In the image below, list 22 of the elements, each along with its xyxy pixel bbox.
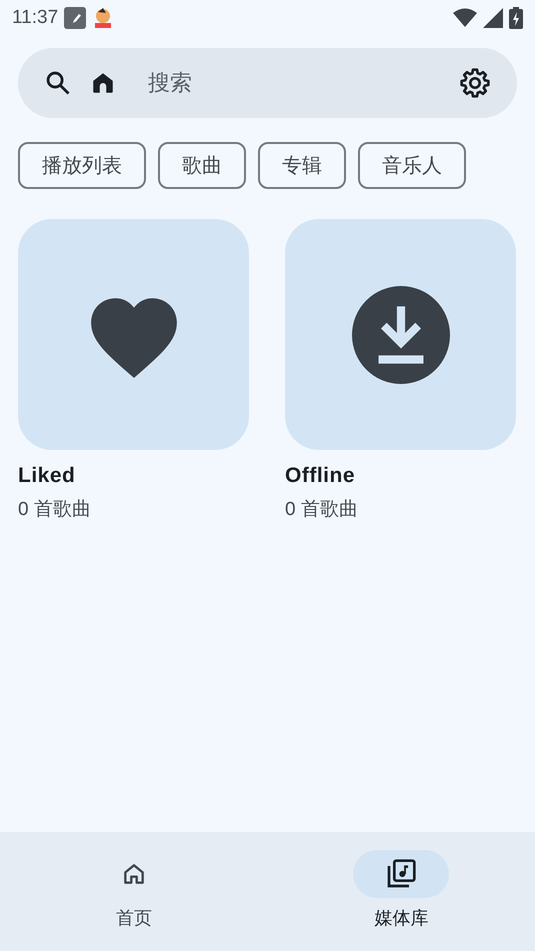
playlist-cover[interactable] [285, 219, 516, 450]
filter-chip[interactable]: 歌曲 [158, 142, 246, 189]
nav-tab[interactable]: 首页 [0, 832, 268, 951]
notes-icon [64, 7, 86, 29]
playlist-title: Liked [18, 464, 76, 488]
signal-icon [483, 8, 503, 28]
filter-chip[interactable]: 音乐人 [358, 142, 466, 189]
status-time: 11:37 [12, 7, 58, 29]
playlist-count: 0 首歌曲 [18, 498, 92, 522]
download-icon [352, 286, 450, 384]
wifi-icon [453, 8, 477, 28]
playlist-count: 0 首歌曲 [285, 498, 359, 522]
search-icon [44, 69, 72, 97]
playlist-cover[interactable] [18, 219, 249, 450]
playlist-title: Offline [285, 464, 356, 488]
filter-chip[interactable]: 播放列表 [18, 142, 146, 189]
nav-tab[interactable]: 媒体库 [268, 832, 535, 951]
filter-chip[interactable]: 专辑 [258, 142, 346, 189]
music-library-icon [385, 858, 418, 890]
settings-icon[interactable] [459, 67, 491, 99]
search-field[interactable]: 搜索 [146, 69, 441, 97]
battery-icon [509, 7, 523, 29]
